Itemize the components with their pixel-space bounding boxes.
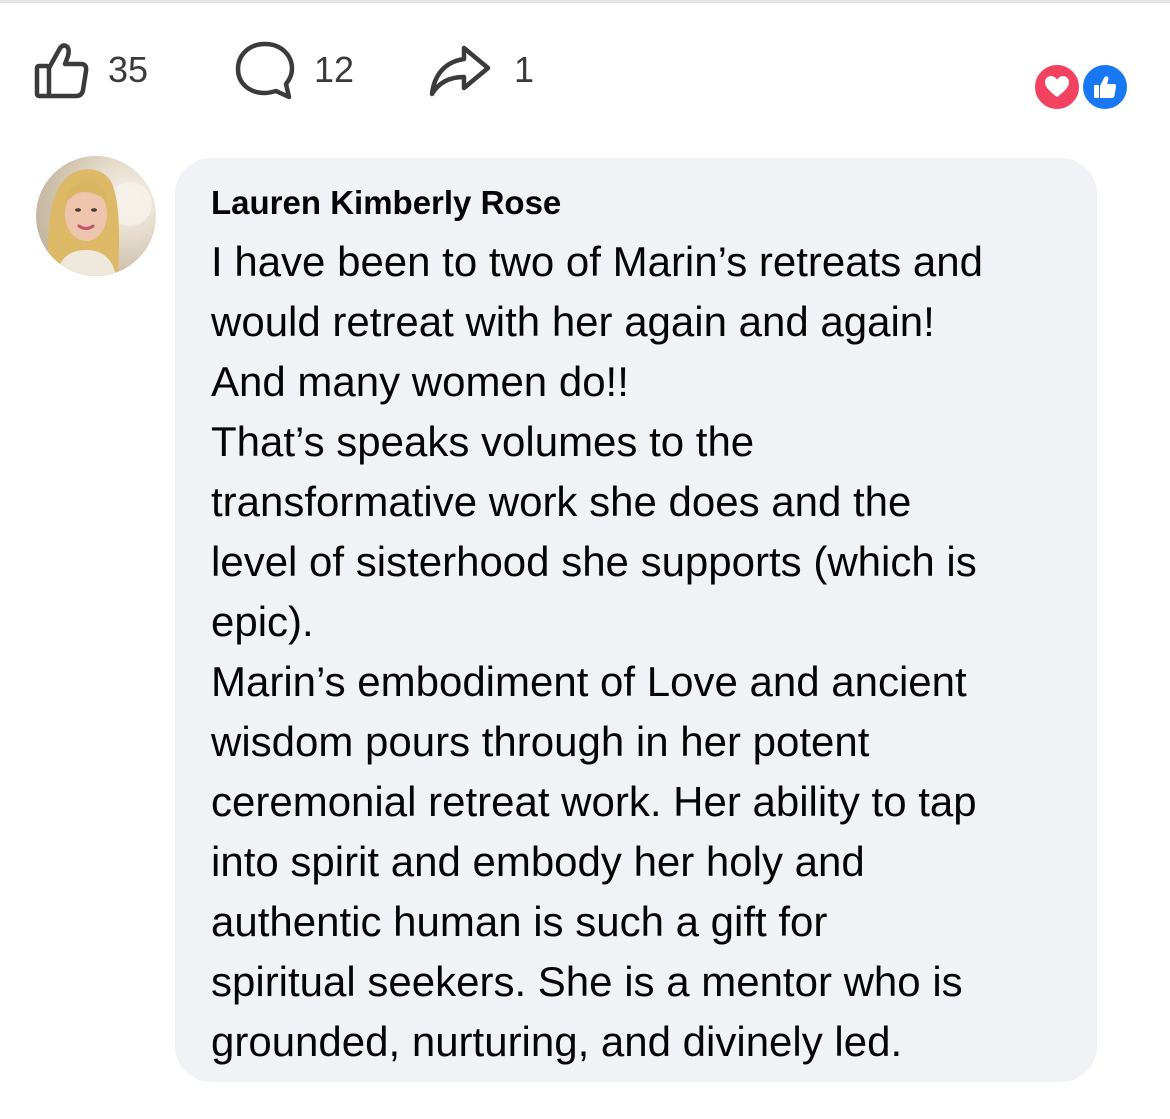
like-button[interactable]: 35: [34, 36, 148, 104]
share-arrow-icon: [428, 42, 492, 98]
comment-line: epic).: [211, 598, 314, 645]
comment-line: I have been to two of Marin’s retreats a…: [211, 238, 983, 285]
comment-bubble: Lauren Kimberly Rose I have been to two …: [175, 158, 1097, 1082]
comment-author-name[interactable]: Lauren Kimberly Rose: [211, 182, 1097, 224]
post-comment-view: 35 12 1 Lauren Kimberly Rose I have been…: [0, 0, 1170, 1119]
share-button[interactable]: 1: [428, 36, 534, 104]
comment-line: Marin’s embodiment of Love and ancient: [211, 658, 967, 705]
comment-button[interactable]: 12: [234, 36, 354, 104]
post-action-bar: 35 12 1: [34, 36, 1136, 104]
comment-line: That’s speaks volumes to the: [211, 418, 755, 465]
comment-text: I have been to two of Marin’s retreats a…: [211, 232, 1097, 1072]
comment-line: And many women do!!: [211, 358, 629, 405]
comment-line: transformative work she does and the: [211, 478, 912, 525]
reaction-summary[interactable]: [1032, 62, 1136, 112]
like-reaction: [1080, 62, 1130, 112]
comment-line: authentic human is such a gift for: [211, 898, 828, 945]
comment-line: wisdom pours through in her potent: [211, 718, 870, 765]
share-count: 1: [514, 49, 535, 90]
thumbs-up-icon: [34, 40, 90, 100]
love-reaction: [1032, 62, 1082, 112]
comment-count: 12: [314, 49, 355, 90]
comment-line: grounded, nurturing, and divinely led.: [211, 1018, 903, 1065]
comment-line: into spirit and embody her holy and: [211, 838, 865, 885]
avatar[interactable]: [36, 156, 156, 276]
comment-bubble-icon: [234, 39, 296, 101]
like-count: 35: [108, 49, 149, 90]
profile-photo: [48, 169, 152, 276]
thumbs-up-icon: [1094, 76, 1117, 98]
heart-icon: [1045, 76, 1069, 97]
comment-line: level of sisterhood she supports (which …: [211, 538, 977, 585]
comment-line: would retreat with her again and again!: [211, 298, 935, 345]
comment-line: spiritual seekers. She is a mentor who i…: [211, 958, 963, 1005]
top-divider: [0, 0, 1170, 3]
comment-line: ceremonial retreat work. Her ability to …: [211, 778, 977, 825]
